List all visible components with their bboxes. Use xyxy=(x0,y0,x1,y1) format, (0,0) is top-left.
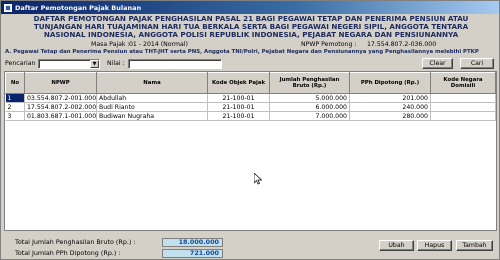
total-bruto-value: 18.000.000 xyxy=(162,238,223,247)
tambah-button[interactable]: Tambah xyxy=(456,240,493,251)
total-bruto-label: Total Jumlah Penghasilan Bruto (Rp.) : xyxy=(15,238,136,246)
column-header-bruto[interactable]: Jumlah Penghasilan Bruto (Rp.) xyxy=(269,72,350,94)
cell-npwp: 03.554.807.2-001.000 xyxy=(24,93,97,103)
cell-pph: 201.000 xyxy=(349,93,431,103)
cell-kode: 21-100-01 xyxy=(207,111,270,121)
totals-panel: Total Jumlah Penghasilan Bruto (Rp.) : 1… xyxy=(1,237,500,259)
clear-button[interactable]: Clear xyxy=(422,58,453,69)
app-icon xyxy=(4,3,12,12)
cell-no: 1 xyxy=(5,93,25,103)
data-grid[interactable]: No NPWP Nama Kode Objek Pajak Jumlah Pen… xyxy=(4,71,497,231)
cari-button[interactable]: Cari xyxy=(460,58,494,69)
npwp-pemotong-value: 17.554.807.2-036.000 xyxy=(367,41,437,48)
table-row[interactable]: 1 03.554.807.2-001.000 Abdullah 21-100-0… xyxy=(5,93,496,103)
table-row[interactable]: 2 17.554.807.2-002.000 Budi Rianto 21-10… xyxy=(5,102,496,112)
column-header-negara[interactable]: Kode Negara Domisili xyxy=(430,72,496,94)
cell-pph: 240.000 xyxy=(349,102,431,112)
cell-pph: 280.000 xyxy=(349,111,431,121)
heading-line-3: NASIONAL INDONESIA, ANGGOTA POLISI REPUB… xyxy=(43,30,459,39)
column-header-nama[interactable]: Nama xyxy=(96,72,208,94)
column-header-pph[interactable]: PPh Dipotong (Rp.) xyxy=(349,72,431,94)
nilai-input[interactable] xyxy=(128,59,222,69)
nilai-label: Nilai : xyxy=(107,60,125,67)
column-header-no[interactable]: No xyxy=(5,72,25,94)
column-header-kode-objek[interactable]: Kode Objek Pajak xyxy=(207,72,270,94)
column-header-npwp[interactable]: NPWP xyxy=(24,72,97,94)
period-info-row: Masa Pajak : 01 - 2014 (Normal) NPWP Pem… xyxy=(1,41,500,49)
table-header-row: No NPWP Nama Kode Objek Pajak Jumlah Pen… xyxy=(5,72,496,94)
search-row: Pencarian : ▼ Nilai : Clear Cari xyxy=(1,58,500,70)
cell-npwp: 17.554.807.2-002.000 xyxy=(24,102,97,112)
npwp-pemotong-label: NPWP Pemotong : xyxy=(301,41,357,48)
dialog-window: Daftar Pemotongan Pajak Bulanan DAFTAR P… xyxy=(0,0,500,260)
report-heading: DAFTAR PEMOTONGAN PAJAK PENGHASILAN PASA… xyxy=(1,15,500,39)
pencarian-select[interactable]: ▼ xyxy=(38,59,100,69)
cell-bruto: 5.000.000 xyxy=(269,93,350,103)
cell-bruto: 7.000.000 xyxy=(269,111,350,121)
hapus-button[interactable]: Hapus xyxy=(417,240,452,251)
cell-nama: Abdullah xyxy=(96,93,208,103)
cell-negara xyxy=(430,93,496,103)
total-pph-value: 721.000 xyxy=(162,249,223,258)
cell-bruto: 6.000.000 xyxy=(269,102,350,112)
employee-table: No NPWP Nama Kode Objek Pajak Jumlah Pen… xyxy=(5,72,496,121)
cell-no: 3 xyxy=(5,111,25,121)
title-bar[interactable]: Daftar Pemotongan Pajak Bulanan xyxy=(1,1,499,14)
cell-kode: 21-100-01 xyxy=(207,93,270,103)
table-row[interactable]: 3 01.803.687.1-001.000 Budiwan Nugraha 2… xyxy=(5,111,496,121)
cell-nama: Budiwan Nugraha xyxy=(96,111,208,121)
pencarian-label: Pencarian : xyxy=(5,60,40,67)
cell-nama: Budi Rianto xyxy=(96,102,208,112)
cell-kode: 21-100-01 xyxy=(207,102,270,112)
cell-negara xyxy=(430,102,496,112)
chevron-down-icon[interactable]: ▼ xyxy=(90,60,99,68)
ubah-button[interactable]: Ubah xyxy=(379,240,414,251)
cell-negara xyxy=(430,111,496,121)
window-title: Daftar Pemotongan Pajak Bulanan xyxy=(15,3,142,12)
masa-pajak-label: Masa Pajak : xyxy=(91,41,130,48)
cell-no: 2 xyxy=(5,102,25,112)
total-pph-label: Total Jumlah PPh Dipotong (Rp.) : xyxy=(15,249,121,257)
section-subtitle: A. Pegawai Tetap dan Penerima Pensiun at… xyxy=(5,49,479,55)
cell-npwp: 01.803.687.1-001.000 xyxy=(24,111,97,121)
masa-pajak-value: 01 - 2014 (Normal) xyxy=(129,41,188,48)
